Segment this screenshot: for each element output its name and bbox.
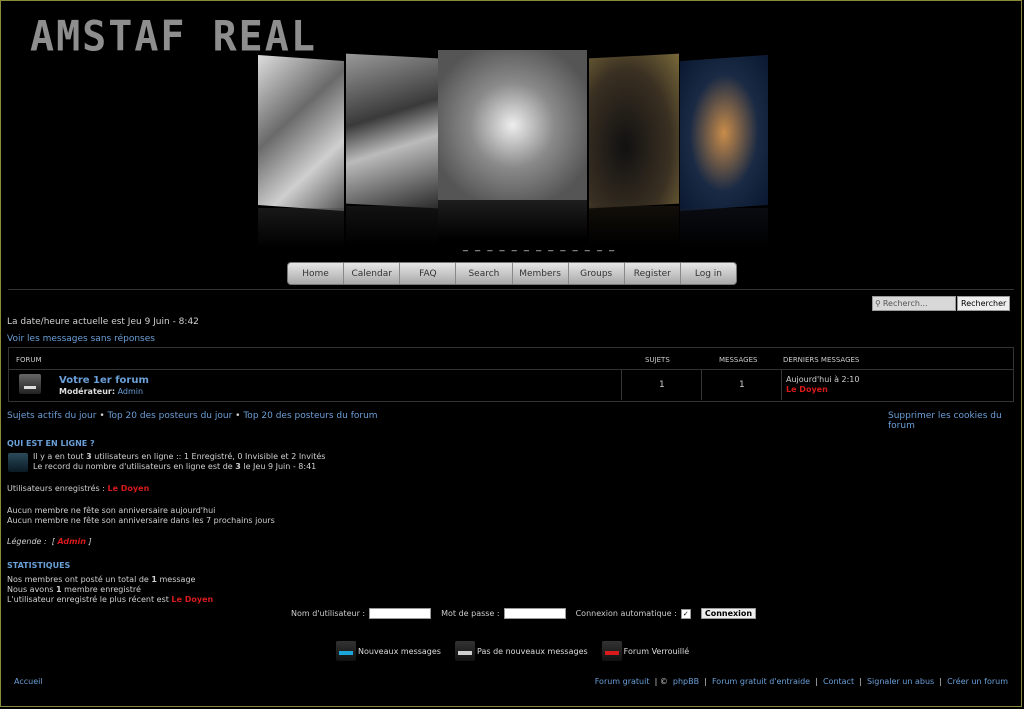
last-post-date: Aujourd'hui à 2:10 — [786, 375, 860, 384]
search-box: ⚲ Recherch... Rechercher — [872, 296, 1011, 311]
nav-register[interactable]: Register — [625, 263, 681, 284]
footer-contact[interactable]: Contact — [823, 677, 854, 686]
moderator-label: Modérateur: — [59, 387, 116, 396]
search-icon: ⚲ — [875, 299, 881, 308]
new-posts-icon — [336, 641, 356, 661]
col-messages: MESSAGES — [719, 356, 758, 364]
password-field[interactable] — [503, 608, 566, 619]
legend-admin[interactable]: Admin — [57, 537, 85, 546]
nav-faq[interactable]: FAQ — [400, 263, 457, 284]
autologin-label: Connexion automatique : — [575, 609, 677, 618]
birthday-today: Aucun membre ne fête son anniversaire au… — [7, 506, 216, 515]
footer-home-link[interactable]: Accueil — [14, 677, 43, 686]
unanswered-link[interactable]: Voir les messages sans réponses — [7, 334, 155, 344]
birthday-week: Aucun membre ne fête son anniversaire da… — [7, 516, 275, 525]
login-button[interactable]: Connexion — [700, 608, 757, 619]
who-online-title: QUI EST EN LIGNE ? — [7, 439, 95, 448]
current-datetime: La date/heure actuelle est Jeu 9 Juin - … — [7, 317, 199, 327]
top20-forum-link[interactable]: Top 20 des posteurs du forum — [243, 411, 377, 421]
forum-title-link[interactable]: Votre 1er forum — [59, 375, 149, 386]
last-post-user[interactable]: Le Doyen — [786, 385, 828, 394]
forum-read-icon — [19, 374, 41, 394]
banner-photo-5 — [680, 54, 768, 248]
who-online-icon — [8, 453, 28, 472]
banner-photo-3 — [438, 50, 587, 240]
stats-line3: L'utilisateur enregistré le plus récent … — [7, 595, 214, 604]
banner-photo-2 — [346, 53, 438, 246]
active-topics-link[interactable]: Sujets actifs du jour — [7, 411, 96, 421]
stats-line2: Nous avons 1 membre enregistré — [7, 585, 141, 594]
divider — [8, 289, 1014, 290]
registered-user-link[interactable]: Le Doyen — [107, 484, 149, 493]
quick-links: Sujets actifs du jour • Top 20 des poste… — [7, 411, 378, 421]
password-label: Mot de passe : — [441, 609, 500, 618]
footer-phpbb[interactable]: phpBB — [673, 677, 699, 686]
username-label: Nom d'utilisateur : — [291, 609, 366, 618]
nav-home[interactable]: Home — [288, 263, 345, 284]
moderator-link[interactable]: Admin — [118, 387, 144, 396]
messages-count: 1 — [739, 380, 745, 390]
footer-create-forum[interactable]: Créer un forum — [947, 677, 1008, 686]
online-line2: Le record du nombre d'utilisateurs en li… — [33, 462, 317, 471]
login-form: Nom d'utilisateur : Mot de passe : Conne… — [291, 608, 757, 619]
forum-table: FORUM SUJETS MESSAGES DERNIERS MESSAGES … — [8, 347, 1014, 402]
nav-groups[interactable]: Groups — [569, 263, 625, 284]
registered-users: Utilisateurs enregistrés : Le Doyen — [7, 484, 150, 493]
delete-cookies-link[interactable]: Supprimer les cookies du forum — [888, 411, 1024, 431]
autologin-checkbox[interactable]: ✓ — [680, 608, 691, 619]
footer-links: Forum gratuit | © phpBB | Forum gratuit … — [594, 677, 1008, 686]
header-dashes: _ _ _ _ _ _ _ _ _ _ _ _ _ — [463, 241, 617, 252]
stats-line1: Nos membres ont posté un total de 1 mess… — [7, 575, 196, 584]
col-forum: FORUM — [16, 356, 42, 364]
footer-entraide[interactable]: Forum gratuit d'entraide — [712, 677, 810, 686]
nav-search[interactable]: Search — [456, 263, 513, 284]
main-nav: Home Calendar FAQ Search Members Groups … — [287, 262, 737, 285]
online-line1: Il y a en tout 3 utilisateurs en ligne :… — [33, 452, 326, 461]
nav-calendar[interactable]: Calendar — [344, 263, 401, 284]
newest-user-link[interactable]: Le Doyen — [171, 595, 213, 604]
banner-photo-1 — [258, 54, 344, 248]
search-button[interactable]: Rechercher — [957, 296, 1011, 311]
legend: Légende : [ Admin ] — [7, 537, 92, 546]
footer-report-abuse[interactable]: Signaler un abus — [867, 677, 934, 686]
topics-count: 1 — [659, 380, 665, 390]
header-banner — [256, 50, 771, 248]
search-input[interactable]: ⚲ Recherch... — [872, 296, 956, 311]
nav-members[interactable]: Members — [513, 263, 569, 284]
icon-legend: Nouveaux messages Pas de nouveaux messag… — [336, 641, 689, 661]
username-field[interactable] — [369, 608, 432, 619]
nav-login[interactable]: Log in — [681, 263, 736, 284]
no-new-posts-icon — [454, 641, 475, 661]
locked-forum-icon — [601, 641, 622, 661]
banner-photo-4 — [589, 53, 679, 246]
footer-forum-gratuit[interactable]: Forum gratuit — [595, 677, 650, 686]
col-topics: SUJETS — [645, 356, 670, 364]
stats-title: STATISTIQUES — [7, 561, 71, 570]
top20-day-link[interactable]: Top 20 des posteurs du jour — [108, 411, 233, 421]
col-last: DERNIERS MESSAGES — [783, 356, 860, 364]
